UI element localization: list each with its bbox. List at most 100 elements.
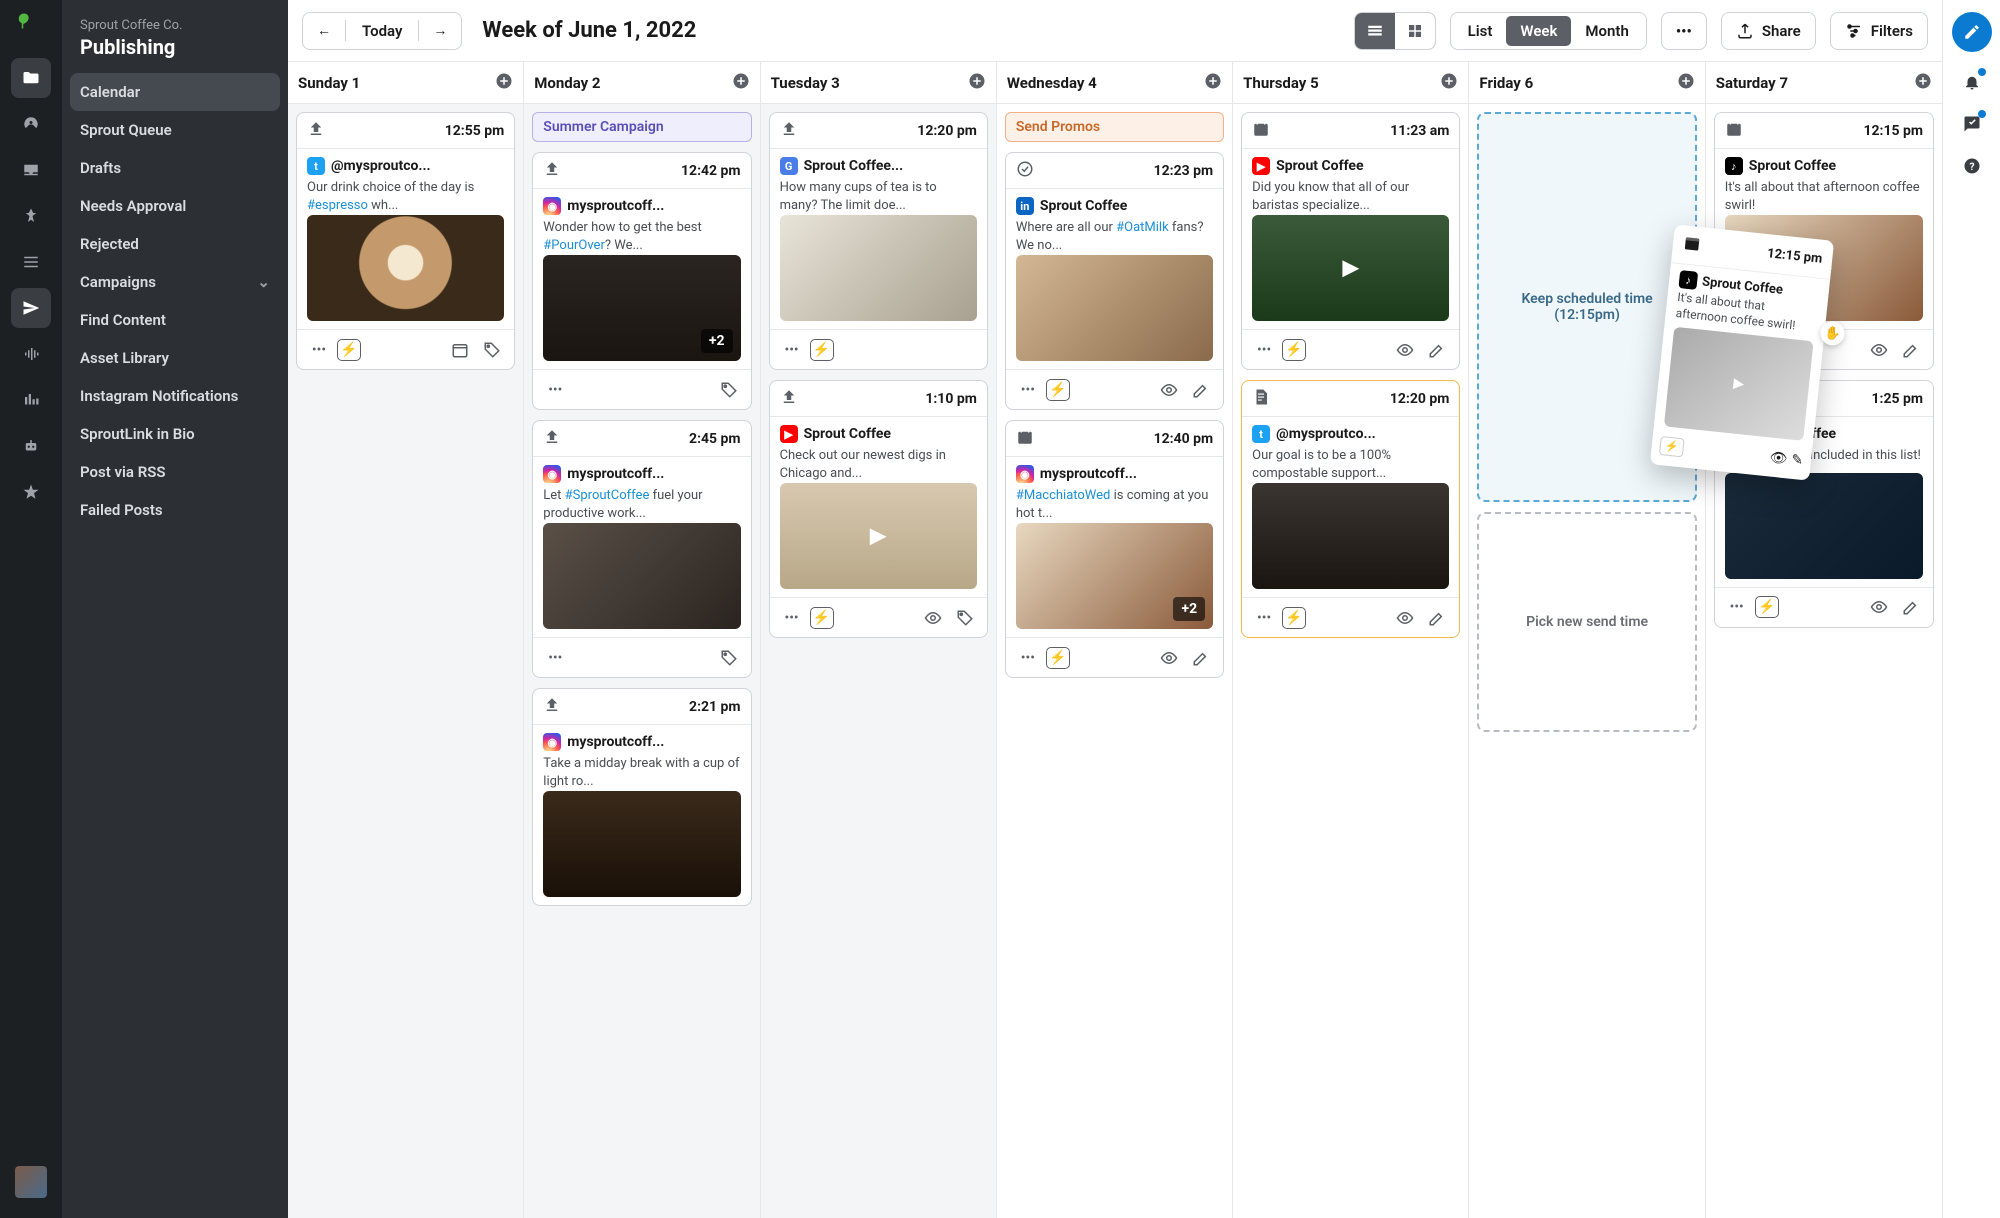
rail-chart-icon[interactable] bbox=[11, 380, 51, 420]
add-post-button[interactable] bbox=[1914, 72, 1932, 94]
rail-star-icon[interactable] bbox=[11, 472, 51, 512]
next-week-button[interactable]: → bbox=[419, 13, 461, 49]
preview-icon[interactable] bbox=[1155, 376, 1183, 404]
rail-bot-icon[interactable] bbox=[11, 426, 51, 466]
post-card[interactable]: 12:55 pm t@mysproutco... Our drink choic… bbox=[296, 112, 515, 370]
rail-inbox-icon[interactable] bbox=[11, 150, 51, 190]
post-card[interactable]: 12:40 pm ◉mysproutcoff... #MacchiatoWed … bbox=[1005, 420, 1224, 678]
schedule-icon[interactable] bbox=[446, 336, 474, 364]
add-post-button[interactable] bbox=[1677, 72, 1695, 94]
sidebar-item-campaigns[interactable]: Campaigns⌄ bbox=[62, 263, 288, 301]
sidebar-item-needs-approval[interactable]: Needs Approval bbox=[62, 187, 288, 225]
post-card[interactable]: 12:23 pm inSprout Coffee Where are all o… bbox=[1005, 152, 1224, 410]
add-post-button[interactable] bbox=[1440, 72, 1458, 94]
sidebar-item-drafts[interactable]: Drafts bbox=[62, 149, 288, 187]
preview-icon[interactable] bbox=[1865, 336, 1893, 364]
sidebar-item-sprout-queue[interactable]: Sprout Queue bbox=[62, 111, 288, 149]
help-icon[interactable]: ? bbox=[1960, 154, 1984, 178]
preview-icon[interactable]: 👁 bbox=[1769, 449, 1788, 467]
reply-icon[interactable]: ⚡ bbox=[1282, 607, 1306, 629]
post-card[interactable]: 2:21 pm ◉mysproutcoff... Take a midday b… bbox=[532, 688, 751, 906]
share-button[interactable]: Share bbox=[1721, 12, 1816, 50]
view-list[interactable]: List bbox=[1454, 16, 1507, 46]
rail-pin-icon[interactable] bbox=[11, 196, 51, 236]
today-button[interactable]: Today bbox=[346, 22, 418, 40]
post-card[interactable]: 12:20 pm t@mysproutco... Our goal is to … bbox=[1241, 380, 1460, 638]
add-post-button[interactable] bbox=[1204, 72, 1222, 94]
more-icon[interactable]: ••• bbox=[1250, 336, 1278, 364]
rail-folder-icon[interactable] bbox=[11, 58, 51, 98]
reply-icon[interactable]: ⚡ bbox=[1046, 647, 1070, 669]
post-card[interactable]: 1:10 pm ▶Sprout Coffee Check out our new… bbox=[769, 380, 988, 638]
dropzone-pick[interactable]: Pick new send time bbox=[1477, 512, 1696, 732]
rail-audio-icon[interactable] bbox=[11, 334, 51, 374]
sidebar-item-find-content[interactable]: Find Content bbox=[62, 301, 288, 339]
user-avatar[interactable] bbox=[15, 1166, 47, 1198]
more-icon[interactable]: ••• bbox=[778, 336, 806, 364]
more-icon[interactable]: ••• bbox=[1014, 376, 1042, 404]
campaign-pill[interactable]: Summer Campaign bbox=[532, 112, 751, 142]
rail-gauge-icon[interactable] bbox=[11, 104, 51, 144]
add-post-button[interactable] bbox=[495, 72, 513, 94]
view-month[interactable]: Month bbox=[1571, 16, 1642, 46]
rail-list-icon[interactable] bbox=[11, 242, 51, 282]
more-button[interactable]: ••• bbox=[1661, 12, 1707, 50]
post-card[interactable]: 11:23 am ▶Sprout Coffee Did you know tha… bbox=[1241, 112, 1460, 370]
tag-icon[interactable] bbox=[951, 604, 979, 632]
tag-icon[interactable] bbox=[715, 644, 743, 672]
rail-send-icon[interactable] bbox=[11, 288, 51, 328]
sidebar-item-rejected[interactable]: Rejected bbox=[62, 225, 288, 263]
reply-icon[interactable]: ⚡ bbox=[1282, 339, 1306, 361]
sidebar-item-post-via-rss[interactable]: Post via RSS bbox=[62, 453, 288, 491]
feedback-icon[interactable] bbox=[1960, 112, 1984, 136]
reply-icon[interactable]: ⚡ bbox=[810, 339, 834, 361]
post-time: 12:20 pm bbox=[1390, 391, 1450, 407]
post-card[interactable]: 12:20 pm GSprout Coffee... How many cups… bbox=[769, 112, 988, 370]
compose-button[interactable] bbox=[1952, 12, 1992, 52]
edit-icon[interactable] bbox=[1187, 376, 1215, 404]
sidebar-item-failed-posts[interactable]: Failed Posts bbox=[62, 491, 288, 529]
more-icon[interactable]: ••• bbox=[305, 336, 333, 364]
tag-icon[interactable] bbox=[715, 376, 743, 404]
preview-icon[interactable] bbox=[919, 604, 947, 632]
tag-icon[interactable] bbox=[478, 336, 506, 364]
sidebar-item-instagram-notifications[interactable]: Instagram Notifications bbox=[62, 377, 288, 415]
post-card[interactable]: 2:45 pm ◉mysproutcoff... Let #SproutCoff… bbox=[532, 420, 751, 678]
edit-icon[interactable] bbox=[1897, 336, 1925, 364]
reply-icon[interactable]: ⚡ bbox=[810, 607, 834, 629]
more-icon[interactable]: ••• bbox=[1014, 644, 1042, 672]
sidebar-item-sproutlink-in-bio[interactable]: SproutLink in Bio bbox=[62, 415, 288, 453]
preview-icon[interactable] bbox=[1155, 644, 1183, 672]
edit-icon[interactable] bbox=[1897, 593, 1925, 621]
filters-button[interactable]: Filters bbox=[1830, 12, 1928, 50]
density-compact-icon[interactable] bbox=[1355, 13, 1395, 49]
calendar-icon bbox=[1016, 428, 1034, 450]
add-post-button[interactable] bbox=[732, 72, 750, 94]
edit-icon[interactable] bbox=[1423, 604, 1451, 632]
campaign-pill[interactable]: Send Promos bbox=[1005, 112, 1224, 142]
prev-week-button[interactable]: ← bbox=[303, 13, 345, 49]
more-icon[interactable]: ••• bbox=[1250, 604, 1278, 632]
more-icon[interactable]: ••• bbox=[778, 604, 806, 632]
add-post-button[interactable] bbox=[968, 72, 986, 94]
preview-icon[interactable] bbox=[1391, 604, 1419, 632]
post-card[interactable]: 12:42 pm ◉mysproutcoff... Wonder how to … bbox=[532, 152, 751, 410]
density-cards-icon[interactable] bbox=[1395, 13, 1435, 49]
notifications-icon[interactable] bbox=[1960, 70, 1984, 94]
reply-icon[interactable]: ⚡ bbox=[337, 339, 361, 361]
sidebar-item-calendar[interactable]: Calendar bbox=[70, 73, 280, 111]
edit-icon[interactable]: ✎ bbox=[1791, 451, 1804, 468]
preview-icon[interactable] bbox=[1391, 336, 1419, 364]
edit-icon[interactable] bbox=[1187, 644, 1215, 672]
reply-icon[interactable]: ⚡ bbox=[1755, 596, 1779, 618]
reply-icon[interactable]: ⚡ bbox=[1046, 379, 1070, 401]
more-icon[interactable]: ••• bbox=[541, 376, 569, 404]
preview-icon[interactable] bbox=[1865, 593, 1893, 621]
view-week[interactable]: Week bbox=[1506, 16, 1571, 46]
reply-icon[interactable]: ⚡ bbox=[1659, 436, 1685, 457]
sidebar-item-asset-library[interactable]: Asset Library bbox=[62, 339, 288, 377]
dragging-card[interactable]: 12:15 pm ♪Sprout Coffee It's all about t… bbox=[1650, 224, 1834, 481]
more-icon[interactable]: ••• bbox=[541, 644, 569, 672]
more-icon[interactable]: ••• bbox=[1723, 593, 1751, 621]
edit-icon[interactable] bbox=[1423, 336, 1451, 364]
